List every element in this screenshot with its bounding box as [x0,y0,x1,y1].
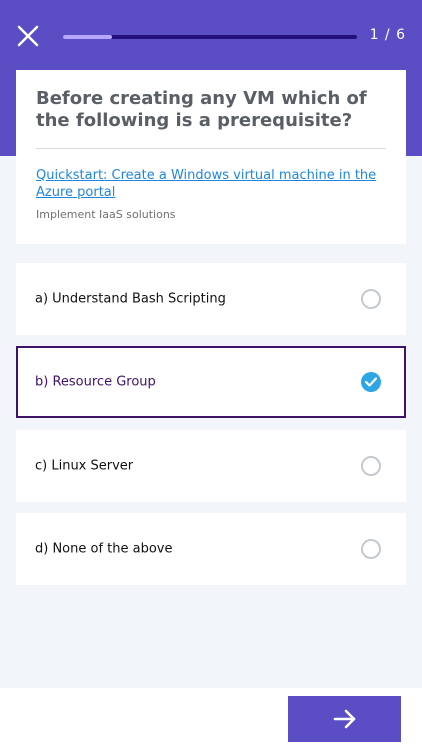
arrow-right-icon [333,709,356,729]
checkmark-icon [365,377,377,387]
radio-unchecked-icon[interactable] [361,539,381,559]
question-text: Before creating any VM which of the foll… [36,88,367,131]
option-c[interactable]: c) Linux Server [16,430,406,502]
option-label: a) Understand Bash Scripting [35,291,226,307]
reference-link[interactable]: Quickstart: Create a Windows virtual mac… [36,167,386,201]
option-label: c) Linux Server [35,458,134,474]
close-button[interactable] [14,22,42,50]
option-d[interactable]: d) None of the above [16,513,406,585]
close-icon [17,25,39,47]
option-label: b) Resource Group [35,374,156,390]
topic-label: Implement IaaS solutions [36,208,176,221]
radio-unchecked-icon[interactable] [361,289,381,309]
question-counter: 1 / 6 [369,27,406,43]
option-b[interactable]: b) Resource Group [16,346,406,418]
option-a[interactable]: a) Understand Bash Scripting [16,263,406,335]
progress-bar [63,35,357,39]
progress-bar-fill [63,35,113,39]
divider [36,148,386,149]
option-label: d) None of the above [35,541,173,557]
radio-unchecked-icon[interactable] [361,456,381,476]
radio-checked-icon[interactable] [361,372,381,392]
question-card: Before creating any VM which of the foll… [16,70,406,244]
next-button[interactable] [288,696,401,742]
